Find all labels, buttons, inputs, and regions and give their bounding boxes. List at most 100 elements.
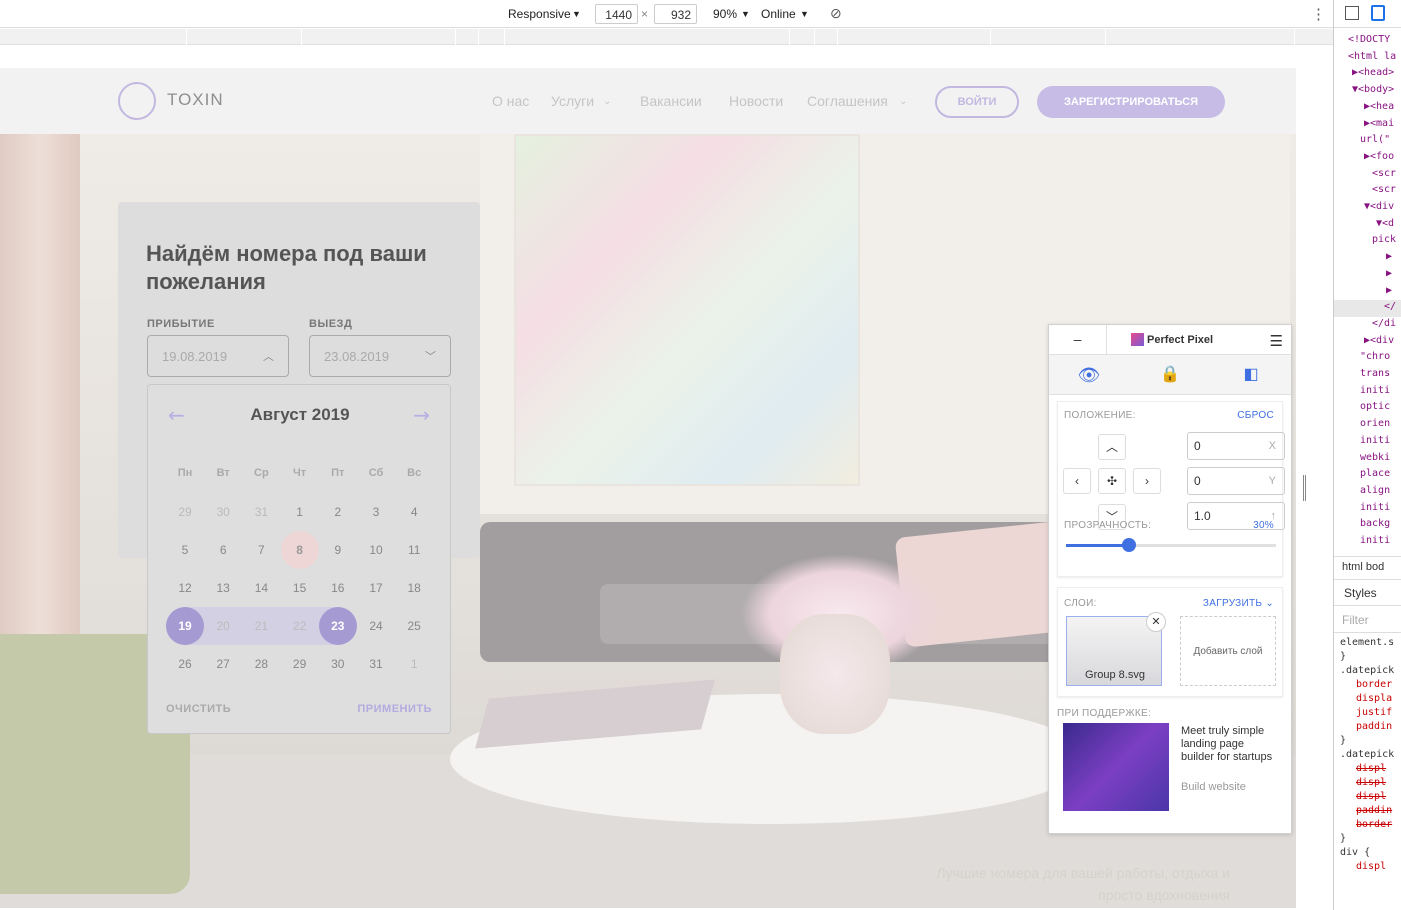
dom-tree-line[interactable]: optic	[1360, 399, 1390, 415]
dom-tree-line[interactable]: initi	[1360, 500, 1390, 516]
dom-tree-line[interactable]: "chro	[1360, 349, 1390, 365]
calendar-day[interactable]: 30	[319, 645, 357, 683]
calendar-day[interactable]: 21	[242, 607, 280, 645]
calendar-day[interactable]: 26	[166, 645, 204, 683]
dom-tree-line[interactable]: ▼<d	[1376, 216, 1394, 232]
hamburger-menu-icon[interactable]: ☰	[1270, 332, 1283, 350]
css-rule-line[interactable]: element.s	[1340, 636, 1394, 650]
calendar-day[interactable]: 24	[357, 607, 395, 645]
invert-icon[interactable]: ◧	[1211, 355, 1291, 395]
css-rule-line[interactable]: paddin	[1356, 804, 1392, 818]
rotate-icon[interactable]: ⊘	[830, 5, 842, 22]
opacity-slider-handle[interactable]	[1122, 538, 1136, 552]
calendar-day[interactable]: 2	[319, 493, 357, 531]
chevron-down-icon[interactable]: ⌄	[603, 96, 611, 107]
network-dropdown-icon[interactable]: ▼	[800, 9, 809, 19]
eye-icon[interactable]: 👁	[1049, 355, 1129, 395]
inspect-element-icon[interactable]	[1345, 6, 1359, 20]
dom-tree-line[interactable]: ▶<hea	[1364, 99, 1394, 115]
chevron-down-icon[interactable]: ⌄	[899, 96, 907, 107]
resize-handle[interactable]	[1303, 475, 1306, 501]
media-query-ruler[interactable]	[0, 29, 1333, 45]
nav-agreements[interactable]: Соглашения	[807, 93, 888, 109]
ad-link[interactable]: Build website	[1181, 781, 1246, 793]
nav-services[interactable]: Услуги	[551, 93, 594, 109]
logo-text[interactable]: TOXIN	[167, 90, 224, 110]
ad-image[interactable]	[1063, 723, 1169, 811]
upload-button[interactable]: ЗАГРУЗИТЬ ⌄	[1203, 598, 1274, 609]
calendar-day[interactable]: 3	[357, 493, 395, 531]
lock-icon[interactable]: 🔒	[1130, 355, 1210, 395]
styles-filter-input[interactable]: Filter	[1334, 607, 1401, 633]
device-dropdown-icon[interactable]: ▼	[572, 9, 581, 19]
calendar-day[interactable]: 1	[281, 493, 319, 531]
dom-tree-line[interactable]: ▶	[1386, 249, 1392, 265]
calendar-day[interactable]: 31	[242, 493, 280, 531]
calendar-day[interactable]: 25	[395, 607, 433, 645]
calendar-day[interactable]: 5	[166, 531, 204, 569]
clear-button[interactable]: ОЧИСТИТЬ	[166, 703, 231, 715]
calendar-day[interactable]: 28	[242, 645, 280, 683]
dom-tree-line[interactable]: pick	[1372, 232, 1396, 248]
calendar-day[interactable]: 29	[281, 645, 319, 683]
dom-tree-line[interactable]: ▼<div	[1364, 199, 1394, 215]
dom-tree-line[interactable]: orien	[1360, 416, 1390, 432]
dom-tree-line[interactable]: place	[1360, 466, 1390, 482]
minimize-button[interactable]: –	[1049, 325, 1107, 355]
dom-tree-line[interactable]: backg	[1360, 516, 1390, 532]
css-rule-line[interactable]: border	[1356, 818, 1392, 832]
css-rule-line[interactable]: justif	[1356, 706, 1392, 720]
login-button[interactable]: ВОЙТИ	[935, 86, 1019, 118]
dom-tree-line[interactable]: initi	[1360, 433, 1390, 449]
calendar-day[interactable]: 13	[204, 569, 242, 607]
dom-tree-line[interactable]: url("	[1360, 132, 1390, 148]
device-toolbar-icon[interactable]	[1371, 5, 1385, 21]
calendar-day[interactable]: 9	[319, 531, 357, 569]
calendar-day[interactable]: 18	[395, 569, 433, 607]
close-icon[interactable]: ✕	[1146, 612, 1166, 632]
more-options-icon[interactable]: ⋮	[1311, 5, 1326, 23]
css-rule-line[interactable]: }	[1340, 832, 1346, 846]
css-rule-line[interactable]: displ	[1356, 790, 1386, 804]
dom-breadcrumb[interactable]: html bod	[1334, 556, 1401, 580]
css-rule-line[interactable]: div {	[1340, 846, 1370, 860]
calendar-day[interactable]: 11	[395, 531, 433, 569]
dom-tree-line[interactable]: </di	[1372, 316, 1396, 332]
calendar-day[interactable]: 31	[357, 645, 395, 683]
ad-text[interactable]: Meet truly simple landing page builder f…	[1181, 725, 1277, 764]
css-rule-line[interactable]: paddin	[1356, 720, 1392, 734]
calendar-day[interactable]: 12	[166, 569, 204, 607]
zoom-dropdown-icon[interactable]: ▼	[741, 9, 750, 19]
css-rule-line[interactable]: displ	[1356, 776, 1386, 790]
add-layer-button[interactable]: Добавить слой	[1180, 616, 1276, 686]
dom-tree-line[interactable]: <!DOCTY	[1348, 32, 1390, 48]
css-rule-line[interactable]: }	[1340, 650, 1346, 664]
chevron-up-icon[interactable]: ︿	[263, 348, 274, 364]
dom-tree-line[interactable]: </	[1384, 299, 1396, 315]
dom-tree-line[interactable]: ▶	[1386, 283, 1392, 299]
y-position-input[interactable]: 0 Y	[1187, 467, 1285, 495]
calendar-day[interactable]: 22	[281, 607, 319, 645]
right-arrow-button[interactable]: ›	[1133, 468, 1161, 494]
up-arrow-button[interactable]: ︿	[1098, 434, 1126, 460]
css-rule-line[interactable]: .datepick	[1340, 664, 1394, 678]
dom-tree-line[interactable]: ▶<div	[1364, 333, 1394, 349]
calendar-day[interactable]: 27	[204, 645, 242, 683]
calendar-day[interactable]: 10	[357, 531, 395, 569]
dom-tree-line[interactable]: initi	[1360, 533, 1390, 549]
register-button[interactable]: ЗАРЕГИСТРИРОВАТЬСЯ	[1037, 86, 1225, 118]
dom-tree-line[interactable]: ▼<body>	[1352, 82, 1394, 98]
css-rule-line[interactable]: }	[1340, 734, 1346, 748]
dom-tree-line[interactable]: trans	[1360, 366, 1390, 382]
calendar-day[interactable]: 20	[204, 607, 242, 645]
css-rule-line[interactable]: displ	[1356, 860, 1386, 874]
x-position-input[interactable]: 0 X	[1187, 432, 1285, 460]
calendar-day[interactable]: 19	[166, 607, 204, 645]
arrival-input[interactable]: 19.08.2019 ︿	[147, 335, 289, 377]
dom-tree-line[interactable]: <scr	[1372, 182, 1396, 198]
dom-tree-line[interactable]: align	[1360, 483, 1390, 499]
device-select[interactable]: Responsive	[508, 7, 571, 21]
dom-tree-line[interactable]: ▶<mai	[1364, 116, 1394, 132]
nav-news[interactable]: Новости	[729, 93, 783, 109]
dom-tree-line[interactable]: ▶	[1386, 266, 1392, 282]
